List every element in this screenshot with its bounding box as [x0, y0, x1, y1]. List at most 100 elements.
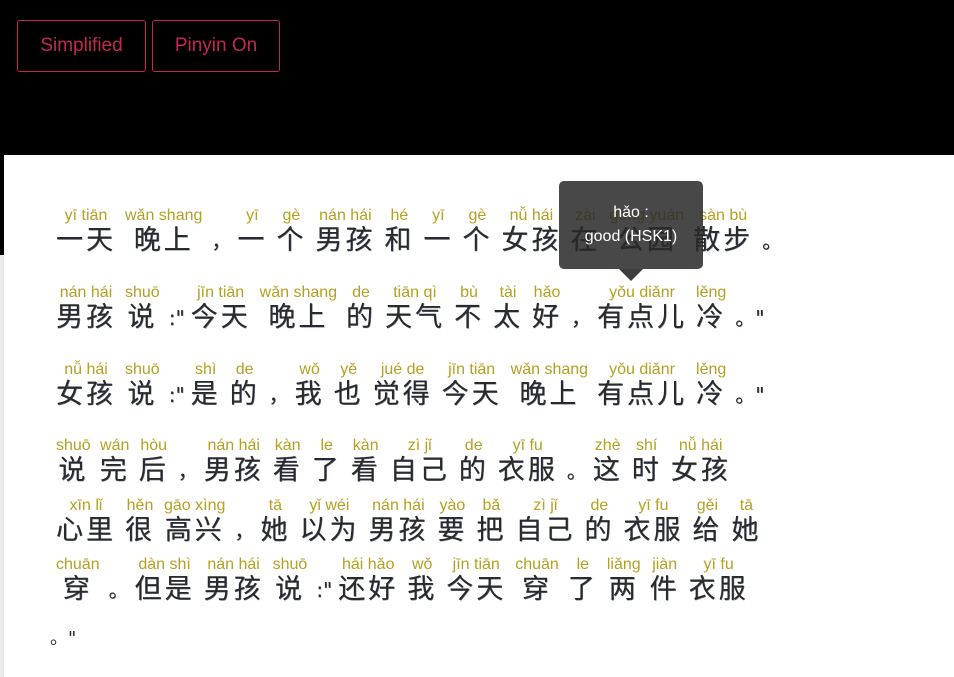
- word-token[interactable]: kàn 看: [273, 437, 303, 487]
- word-token[interactable]: yào 要: [437, 497, 467, 547]
- word-token[interactable]: wǎn shang 晚上: [511, 361, 588, 411]
- tooltip-definition: good (HSK1): [584, 228, 678, 245]
- word-token[interactable]: wǒ 我: [295, 361, 325, 411]
- word-token[interactable]: yī 一: [423, 207, 453, 257]
- pinyin: jiàn: [652, 556, 678, 573]
- word-token[interactable]: zì jǐ 自己: [515, 497, 575, 547]
- simplified-toggle-button[interactable]: Simplified: [17, 20, 146, 72]
- word-token[interactable]: shuō 说: [125, 284, 160, 334]
- hanzi: 好: [532, 302, 563, 333]
- word-token[interactable]: jīn tiān 今天: [442, 361, 502, 411]
- word-token[interactable]: gěi 给: [692, 497, 722, 547]
- word-token[interactable]: yī tiān 一天: [56, 207, 116, 257]
- pinyin: le: [320, 437, 333, 454]
- hanzi: 。: [566, 459, 587, 483]
- word-token[interactable]: hái hǎo 还好: [338, 556, 398, 606]
- pinyin: de: [464, 437, 483, 454]
- punctuation: ，: [178, 437, 198, 487]
- word-token[interactable]: de 的: [584, 497, 614, 547]
- word-token[interactable]: jué de 觉得: [373, 361, 433, 411]
- word-token[interactable]: yǐ wéi 以为: [299, 497, 359, 547]
- word-token[interactable]: xīn lǐ 心里: [56, 497, 116, 547]
- word-token[interactable]: yǒu diǎnr 有点儿: [597, 361, 687, 411]
- word-token[interactable]: yǒu diǎnr 有点儿: [597, 284, 687, 334]
- word-token[interactable]: chuān 穿: [56, 556, 100, 606]
- word-token[interactable]: nán hái 男孩: [368, 497, 428, 547]
- pinyin: jīn tiān: [448, 361, 496, 378]
- pinyin: chuān: [56, 556, 100, 573]
- word-token[interactable]: yī fu 衣服: [689, 556, 749, 606]
- punctuation: :": [169, 361, 185, 411]
- word-token[interactable]: de 的: [459, 437, 489, 487]
- pinyin: bù: [460, 284, 478, 301]
- word-token[interactable]: liǎng 两: [607, 556, 641, 606]
- word-token[interactable]: zhè 这: [593, 437, 623, 487]
- word-token[interactable]: yī fu 衣服: [498, 437, 558, 487]
- word-token[interactable]: lěng 冷: [696, 284, 726, 334]
- word-token[interactable]: jiàn 件: [650, 556, 680, 606]
- word-token[interactable]: nán hái 男孩: [315, 207, 375, 257]
- hanzi: 心里: [56, 515, 116, 546]
- hanzi: 女孩: [501, 225, 562, 256]
- word-token[interactable]: hǎo 好: [532, 284, 562, 334]
- word-token[interactable]: bǎ 把: [476, 497, 506, 547]
- pinyin: wǎn shang: [510, 361, 589, 378]
- word-token[interactable]: jīn tiān 今天: [446, 556, 506, 606]
- word-token[interactable]: nǚ hái 女孩: [671, 437, 731, 487]
- word-token[interactable]: wán 完: [100, 437, 130, 487]
- word-token[interactable]: gāo xìng 高兴: [164, 497, 225, 547]
- word-token[interactable]: de 的: [346, 284, 376, 334]
- word-token[interactable]: zì jǐ 自己: [390, 437, 450, 487]
- word-token[interactable]: dàn shì 但是: [135, 556, 195, 606]
- pinyin: sàn bù: [699, 207, 748, 224]
- hanzi: 看: [350, 455, 381, 486]
- word-token[interactable]: le 了: [312, 437, 342, 487]
- word-token[interactable]: yī 一: [237, 207, 267, 257]
- word-token[interactable]: yī fu 衣服: [623, 497, 683, 547]
- word-token[interactable]: shuō 说: [273, 556, 308, 606]
- word-token[interactable]: yě 也: [334, 361, 364, 411]
- punctuation: ，: [211, 207, 231, 257]
- punctuation: 。: [762, 207, 782, 257]
- hanzi: 衣服: [497, 455, 558, 486]
- pinyin: shí: [636, 437, 658, 454]
- word-token[interactable]: nán hái 男孩: [56, 284, 116, 334]
- word-token[interactable]: shí 时: [632, 437, 662, 487]
- word-token[interactable]: gè 个: [276, 207, 306, 257]
- pinyin-toggle-button[interactable]: Pinyin On: [152, 20, 280, 72]
- word-token[interactable]: nán hái 男孩: [204, 437, 264, 487]
- word-token[interactable]: jīn tiān 今天: [191, 284, 251, 334]
- pinyin: yī tiān: [64, 207, 108, 224]
- hanzi: 一: [423, 225, 454, 256]
- hanzi: 给: [692, 515, 723, 546]
- pinyin: shuō: [56, 437, 91, 454]
- word-token[interactable]: tā 她: [731, 497, 761, 547]
- punctuation: 。: [109, 556, 129, 606]
- word-token[interactable]: le 了: [568, 556, 598, 606]
- word-token[interactable]: kàn 看: [351, 437, 381, 487]
- word-token[interactable]: tā 她: [260, 497, 290, 547]
- word-token[interactable]: shuō 说: [125, 361, 160, 411]
- word-token[interactable]: hěn 很: [125, 497, 155, 547]
- word-token[interactable]: nán hái 男孩: [204, 556, 264, 606]
- pinyin: dàn shì: [138, 556, 191, 573]
- pinyin: tiān qì: [393, 284, 437, 301]
- word-token[interactable]: wǒ 我: [407, 556, 437, 606]
- hanzi: 男孩: [56, 302, 116, 333]
- word-token[interactable]: shuō 说: [56, 437, 91, 487]
- word-token[interactable]: de 的: [230, 361, 260, 411]
- word-token[interactable]: hòu 后: [139, 437, 169, 487]
- word-token[interactable]: wǎn shang 晚上: [125, 207, 202, 257]
- word-token[interactable]: tài 太: [493, 284, 523, 334]
- word-token[interactable]: nǚ hái 女孩: [501, 207, 561, 257]
- pinyin: gè: [282, 207, 301, 224]
- word-token[interactable]: tiān qì 天气: [385, 284, 445, 334]
- word-token[interactable]: wǎn shang 晚上: [260, 284, 337, 334]
- word-token[interactable]: bù 不: [454, 284, 484, 334]
- word-token[interactable]: hé 和: [384, 207, 414, 257]
- word-token[interactable]: gè 个: [462, 207, 492, 257]
- word-token[interactable]: chuān 穿: [515, 556, 559, 606]
- word-token[interactable]: lěng 冷: [696, 361, 726, 411]
- word-token[interactable]: shì 是: [191, 361, 221, 411]
- word-token[interactable]: nǚ hái 女孩: [56, 361, 116, 411]
